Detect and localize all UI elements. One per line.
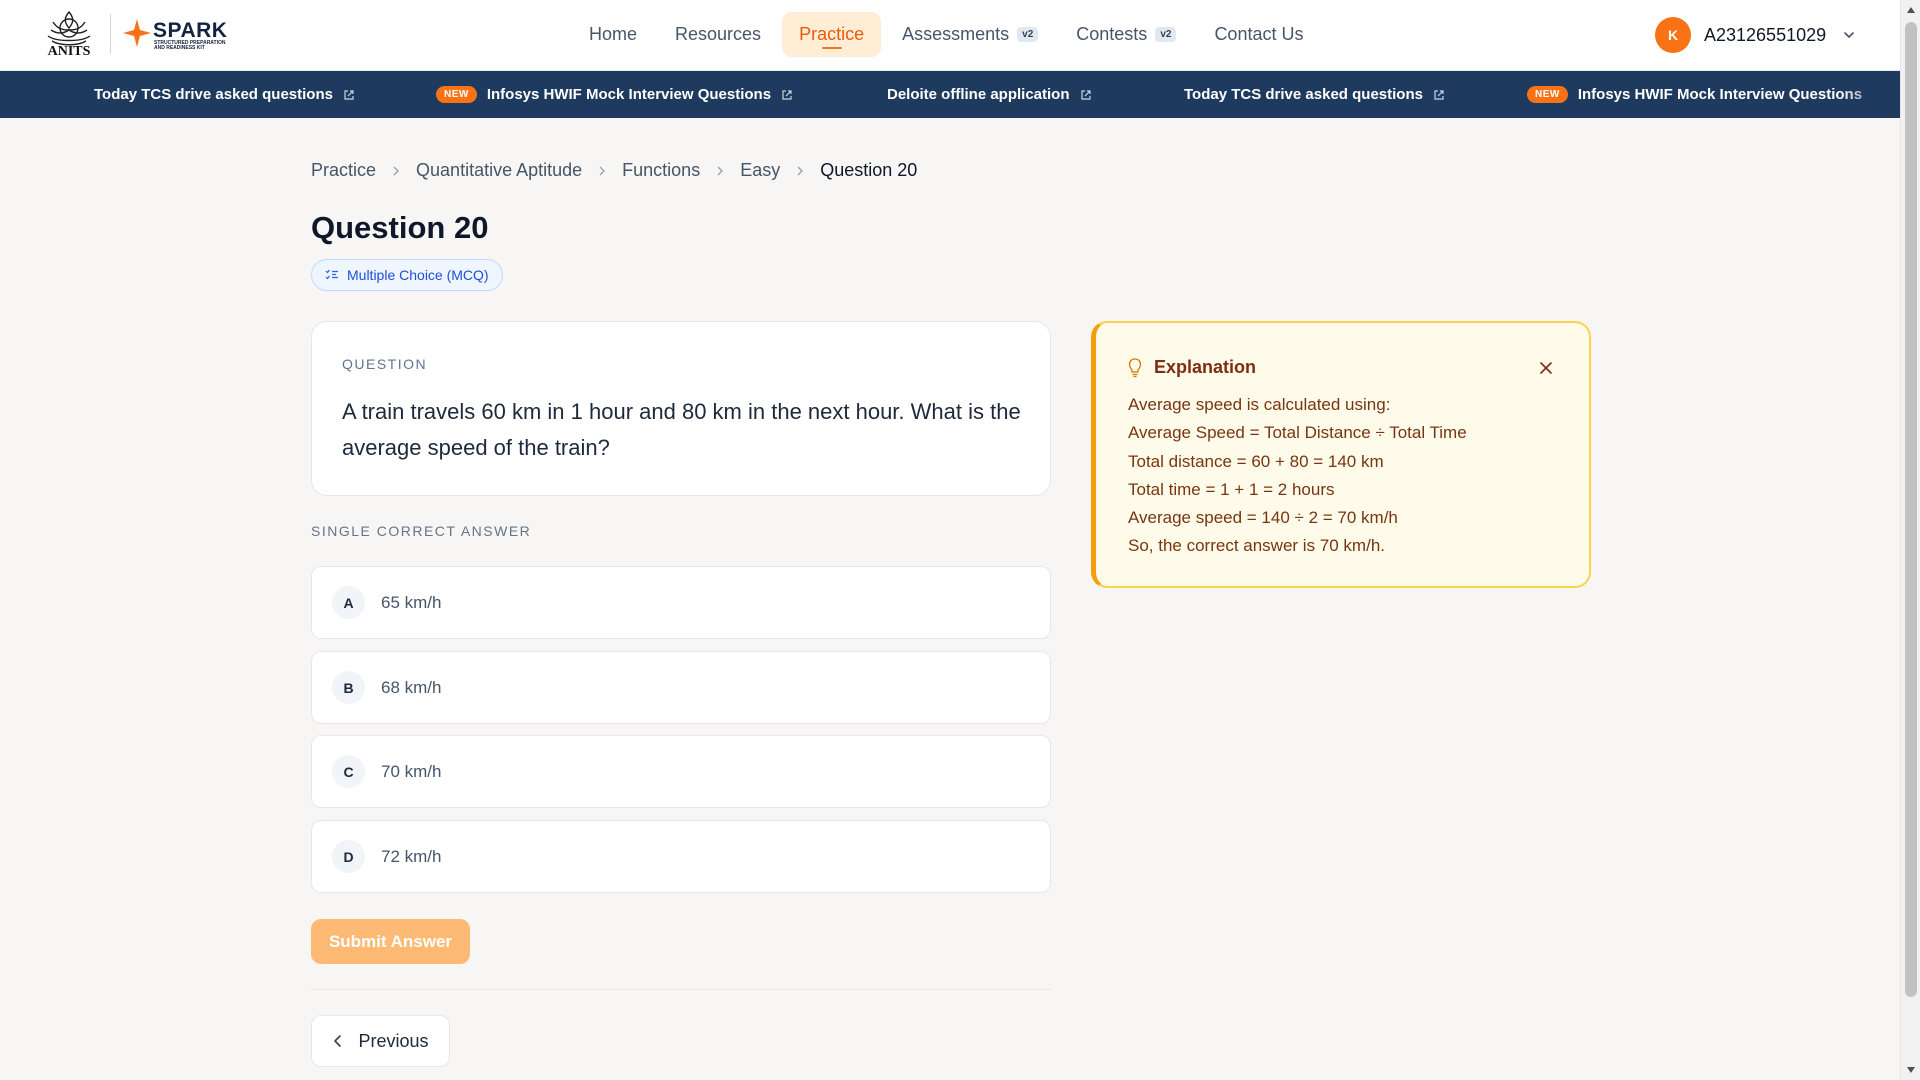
- chevron-right-icon: [717, 166, 724, 175]
- logo-divider: [110, 14, 111, 54]
- option-letter: C: [332, 755, 365, 788]
- chevron-right-icon: [797, 166, 804, 175]
- question-card: QUESTION A train travels 60 km in 1 hour…: [311, 321, 1051, 496]
- scroll-down-arrow-icon[interactable]: [1906, 1066, 1916, 1074]
- option-text: 70 km/h: [381, 761, 442, 781]
- ticker-item-label: Today TCS drive asked questions: [94, 86, 333, 103]
- lightbulb-icon: [1128, 357, 1142, 377]
- external-link-icon: [1080, 89, 1091, 100]
- breadcrumb-easy[interactable]: Easy: [740, 160, 780, 181]
- chevron-left-icon: [334, 1035, 342, 1047]
- user-id[interactable]: A23126551029: [1704, 25, 1826, 46]
- option-letter: A: [332, 586, 365, 619]
- list-check-icon: [325, 269, 338, 280]
- external-link-icon: [1434, 89, 1444, 100]
- top-header: ANITS SPARK STRUCTURED PREPARATION AND R…: [0, 0, 1900, 71]
- breadcrumb: Practice Quantitative Aptitude Functions…: [311, 160, 917, 181]
- ticker-item[interactable]: NEW Infosys HWIF Mock Interview Question…: [436, 71, 793, 118]
- question-type-label: Multiple Choice (MCQ): [347, 267, 489, 283]
- ticker-fade: [1840, 71, 1900, 118]
- ticker-item-label: Infosys HWIF Mock Interview Questions: [486, 86, 772, 103]
- explanation-line: So, the correct answer is 70 km/h.: [1128, 536, 1385, 556]
- version-badge: v2: [1155, 27, 1177, 42]
- option-c[interactable]: C 70 km/h: [311, 735, 1051, 808]
- chevron-down-icon[interactable]: [1842, 28, 1856, 42]
- previous-button[interactable]: Previous: [311, 1015, 450, 1067]
- spark-tagline: STRUCTURED PREPARATION AND READINESS KIT: [154, 40, 226, 51]
- nav-practice[interactable]: Practice: [782, 12, 882, 57]
- nav-practice-label: Practice: [799, 24, 865, 44]
- submit-answer-button[interactable]: Submit Answer: [311, 919, 470, 964]
- external-link-icon: [344, 89, 354, 100]
- nav-assessments-label: Assessments: [902, 24, 1010, 44]
- explanation-line: Total distance = 60 + 80 = 140 km: [1128, 451, 1384, 471]
- option-letter: D: [332, 840, 365, 873]
- explanation-line: Total time = 1 + 1 = 2 hours: [1128, 479, 1335, 499]
- chevron-right-icon: [599, 166, 606, 175]
- explanation-header: Explanation: [1128, 357, 1256, 378]
- option-text: 68 km/h: [381, 677, 442, 697]
- question-label: QUESTION: [342, 356, 428, 372]
- main-nav: Home Resources Practice Assessments v2 Co…: [572, 12, 1324, 57]
- option-a[interactable]: A 65 km/h: [311, 566, 1051, 639]
- nav-home-label: Home: [589, 24, 638, 44]
- breadcrumb-current: Question 20: [820, 160, 918, 180]
- nav-assessments[interactable]: Assessments v2: [885, 12, 1055, 57]
- announcement-ticker: Today TCS drive asked questions NEW Info…: [0, 71, 1900, 118]
- new-badge: NEW: [1527, 86, 1568, 103]
- ticker-item[interactable]: NEW Infosys HWIF Mock Interview Question…: [1527, 71, 1862, 118]
- option-b[interactable]: B 68 km/h: [311, 651, 1051, 724]
- page-title: Question 20: [311, 210, 489, 245]
- avatar[interactable]: K: [1655, 17, 1691, 53]
- new-badge: NEW: [436, 86, 477, 103]
- explanation-line: Average speed is calculated using:: [1128, 395, 1391, 414]
- answer-type-label: SINGLE CORRECT ANSWER: [311, 523, 532, 539]
- ticker-item[interactable]: Deloite offline application: [887, 71, 1092, 118]
- option-text: 72 km/h: [381, 846, 442, 866]
- nav-resources-label: Resources: [675, 24, 762, 44]
- explanation-body: Average speed is calculated using: Avera…: [1128, 391, 1568, 561]
- nav-home[interactable]: Home: [572, 12, 654, 57]
- nav-contact-label: Contact Us: [1214, 24, 1304, 44]
- spark-star-icon: [123, 19, 151, 47]
- option-letter: B: [332, 671, 365, 704]
- breadcrumb-quantitative-aptitude[interactable]: Quantitative Aptitude: [416, 160, 582, 181]
- ticker-item-label: Today TCS drive asked questions: [1184, 86, 1423, 103]
- version-badge: v2: [1017, 27, 1039, 42]
- explanation-line: Average speed = 140 ÷ 2 = 70 km/h: [1128, 508, 1398, 528]
- previous-label: Previous: [358, 1030, 429, 1051]
- page-scrollbar[interactable]: [1900, 0, 1920, 1080]
- breadcrumb-functions[interactable]: Functions: [622, 160, 700, 181]
- ticker-item-label: Deloite offline application: [887, 86, 1070, 103]
- close-icon[interactable]: [1539, 361, 1553, 375]
- explanation-panel: Explanation Average speed is calculated …: [1091, 321, 1591, 588]
- explanation-line: Average Speed = Total Distance ÷ Total T…: [1128, 423, 1467, 443]
- question-type-badge: Multiple Choice (MCQ): [311, 259, 503, 291]
- scroll-up-arrow-icon[interactable]: [1906, 6, 1916, 14]
- ticker-item[interactable]: Today TCS drive asked questions: [1184, 71, 1445, 118]
- question-text: A train travels 60 km in 1 hour and 80 k…: [342, 399, 1021, 460]
- section-divider: [311, 989, 1051, 990]
- nav-contests[interactable]: Contests v2: [1059, 12, 1193, 57]
- option-d[interactable]: D 72 km/h: [311, 820, 1051, 893]
- ticker-item-label: Infosys HWIF Mock Interview Questions: [1577, 86, 1863, 103]
- anits-logo-text: ANITS: [47, 44, 91, 59]
- chevron-right-icon: [393, 166, 400, 175]
- nav-contests-label: Contests: [1076, 24, 1148, 44]
- option-text: 65 km/h: [381, 592, 442, 612]
- ticker-item[interactable]: Today TCS drive asked questions: [94, 71, 355, 118]
- scrollbar-thumb[interactable]: [1905, 22, 1917, 997]
- breadcrumb-practice[interactable]: Practice: [311, 160, 376, 181]
- nav-resources[interactable]: Resources: [658, 12, 778, 57]
- explanation-title: Explanation: [1154, 357, 1257, 377]
- nav-contact-us[interactable]: Contact Us: [1197, 12, 1320, 57]
- user-menu[interactable]: K A23126551029: [1655, 17, 1856, 53]
- external-link-icon: [782, 89, 792, 100]
